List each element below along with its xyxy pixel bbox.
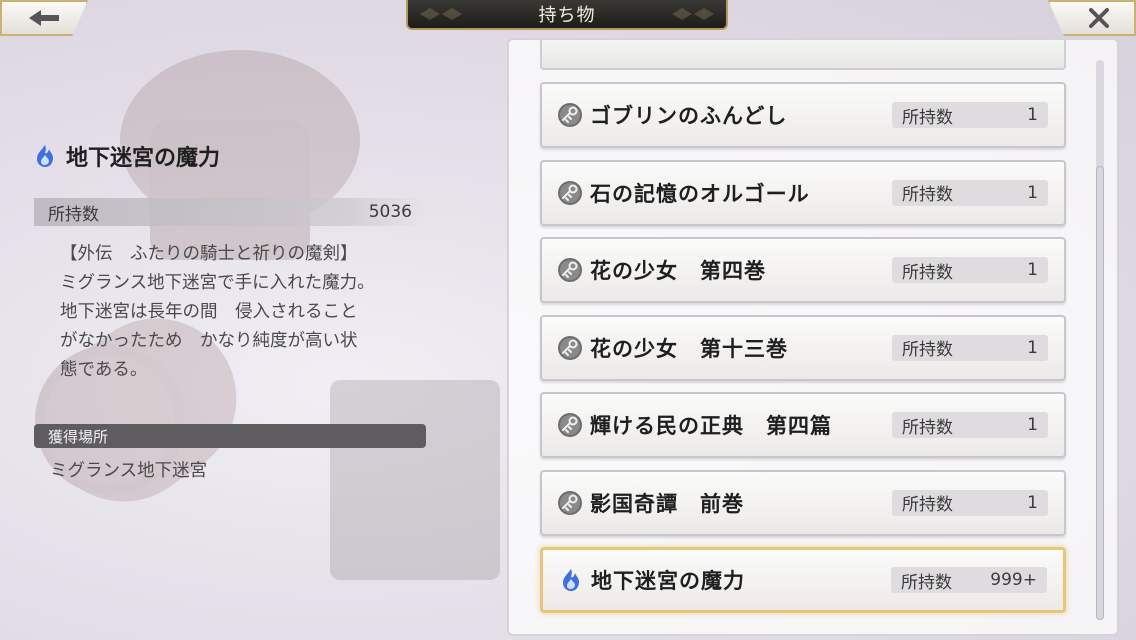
list-item-count-value: 999+	[990, 570, 1037, 590]
key-icon	[556, 179, 584, 207]
ornament-icon	[672, 8, 714, 20]
source-section-header: 獲得場所	[34, 424, 426, 448]
key-icon	[556, 101, 584, 129]
list-item-count-label: 所持数	[902, 262, 953, 283]
list-item-name: ゴブリンのふんどし	[590, 104, 788, 128]
list-item[interactable]: 石の記憶のオルゴール 所持数 1	[540, 159, 1066, 226]
list-item-count-value: 1	[1027, 337, 1038, 358]
list-item-name: 花の少女 第十三巻	[590, 336, 788, 361]
item-detail-title: 地下迷宮の魔力	[32, 140, 220, 172]
list-item-count-value: 1	[1027, 105, 1038, 125]
list-item-name: 花の少女 第四巻	[590, 259, 766, 283]
source-label: 獲得場所	[48, 427, 109, 446]
item-detail-name: 地下迷宮の魔力	[66, 146, 221, 171]
blue-flame-icon	[557, 566, 585, 594]
arrow-left-icon	[29, 10, 59, 26]
list-item-count: 所持数 1	[892, 257, 1048, 283]
list-item-partial[interactable]	[540, 40, 1066, 70]
list-item[interactable]: 花の少女 第十三巻 所持数 1	[540, 314, 1066, 381]
list-item[interactable]: 輝ける民の正典 第四篇 所持数 1	[540, 392, 1066, 458]
list-item-count-label: 所持数	[902, 417, 953, 438]
list-item[interactable]: ゴブリンのふんどし 所持数 1	[540, 82, 1066, 148]
list-item-name: 影国奇譚 前巻	[590, 491, 744, 516]
close-icon	[1089, 8, 1109, 28]
key-icon	[556, 256, 584, 284]
list-item-count: 所持数 1	[892, 334, 1048, 361]
screen-title: 持ち物	[538, 5, 596, 26]
list-item[interactable]: 地下迷宮の魔力 所持数 999+	[540, 547, 1066, 613]
list-item-count: 所持数 999+	[891, 567, 1047, 593]
key-icon	[556, 411, 584, 439]
list-item-count: 所持数 1	[892, 412, 1048, 438]
key-icon	[556, 489, 584, 517]
close-button[interactable]	[1048, 0, 1136, 36]
list-item-count-value: 1	[1027, 260, 1038, 280]
list-item-count-label: 所持数	[901, 572, 952, 593]
key-icon	[556, 334, 584, 362]
list-item-name: 石の記憶のオルゴール	[590, 181, 810, 206]
ornament-icon	[420, 8, 462, 20]
screen-header: 持ち物	[406, 0, 728, 30]
detail-count-label: 所持数	[48, 204, 99, 225]
list-item-count-label: 所持数	[902, 107, 953, 128]
item-description: 【外伝 ふたりの騎士と祈りの魔剣】 ミグランス地下迷宮で手に入れた魔力。 地下迷…	[60, 244, 375, 380]
list-item-count: 所持数 1	[892, 102, 1048, 128]
list-item-count: 所持数 1	[892, 179, 1048, 206]
detail-count-bar: 所持数 5036	[34, 198, 426, 226]
source-value: ミグランス地下迷宮	[50, 461, 208, 481]
blue-flame-icon	[37, 145, 53, 167]
list-item-count-label: 所持数	[902, 185, 953, 205]
list-item-count-label: 所持数	[902, 495, 953, 515]
back-button[interactable]	[0, 0, 88, 36]
scrollbar-thumb[interactable]	[1096, 166, 1104, 620]
list-item-count-value: 1	[1027, 492, 1038, 513]
list-item-count: 所持数 1	[892, 489, 1048, 516]
list-item-count-value: 1	[1027, 415, 1038, 435]
list-item-name: 輝ける民の正典 第四篇	[590, 414, 832, 438]
list-item[interactable]: 影国奇譚 前巻 所持数 1	[540, 469, 1066, 536]
detail-count-value: 5036	[368, 202, 412, 222]
list-item-name: 地下迷宮の魔力	[591, 569, 745, 593]
list-item[interactable]: 花の少女 第四巻 所持数 1	[540, 237, 1066, 303]
list-item-count-label: 所持数	[902, 340, 953, 360]
list-item-count-value: 1	[1027, 182, 1038, 203]
